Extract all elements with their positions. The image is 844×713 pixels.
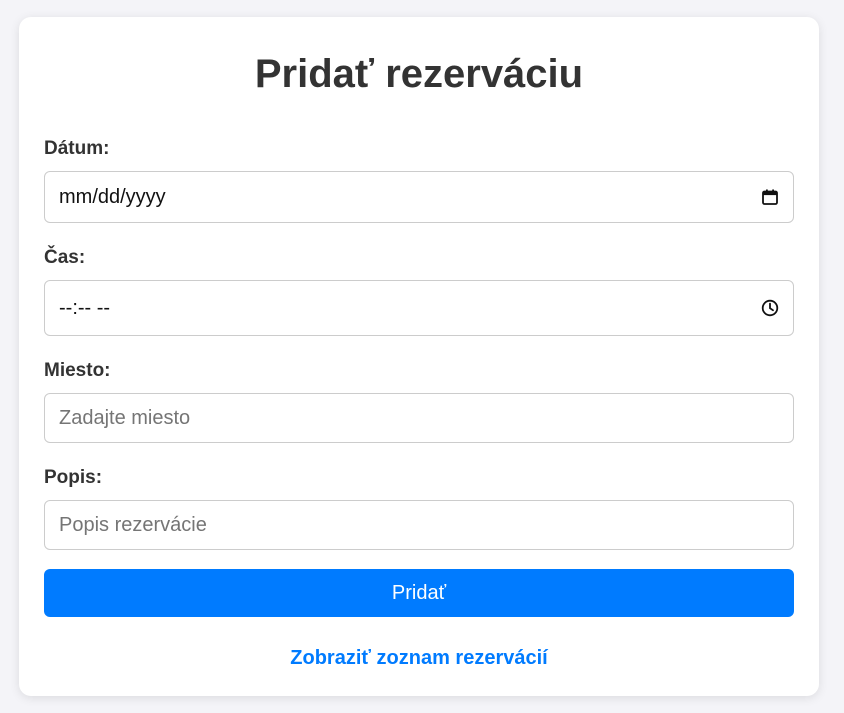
reservation-form-card: Pridať rezerváciu Dátum: mm/dd/yyyy Čas:…	[19, 17, 819, 696]
show-reservation-list-link[interactable]: Zobraziť zoznam rezervácií	[44, 646, 794, 670]
time-field[interactable]: --:-- --	[44, 280, 794, 336]
time-label: Čas:	[44, 247, 86, 268]
add-reservation-button[interactable]: Pridať	[44, 569, 794, 617]
date-field[interactable]: mm/dd/yyyy	[44, 171, 794, 223]
clock-icon[interactable]	[760, 298, 780, 318]
time-value: --:-- --	[59, 296, 111, 319]
calendar-icon[interactable]	[760, 187, 780, 207]
location-input[interactable]	[59, 406, 780, 430]
location-field-box	[44, 393, 794, 443]
date-label: Dátum:	[44, 138, 110, 159]
description-field-box	[44, 500, 794, 550]
location-label: Miesto:	[44, 360, 111, 381]
description-input[interactable]	[59, 513, 780, 537]
description-label: Popis:	[44, 467, 103, 488]
page-title: Pridať rezerváciu	[254, 52, 584, 96]
date-value: mm/dd/yyyy	[59, 185, 166, 208]
